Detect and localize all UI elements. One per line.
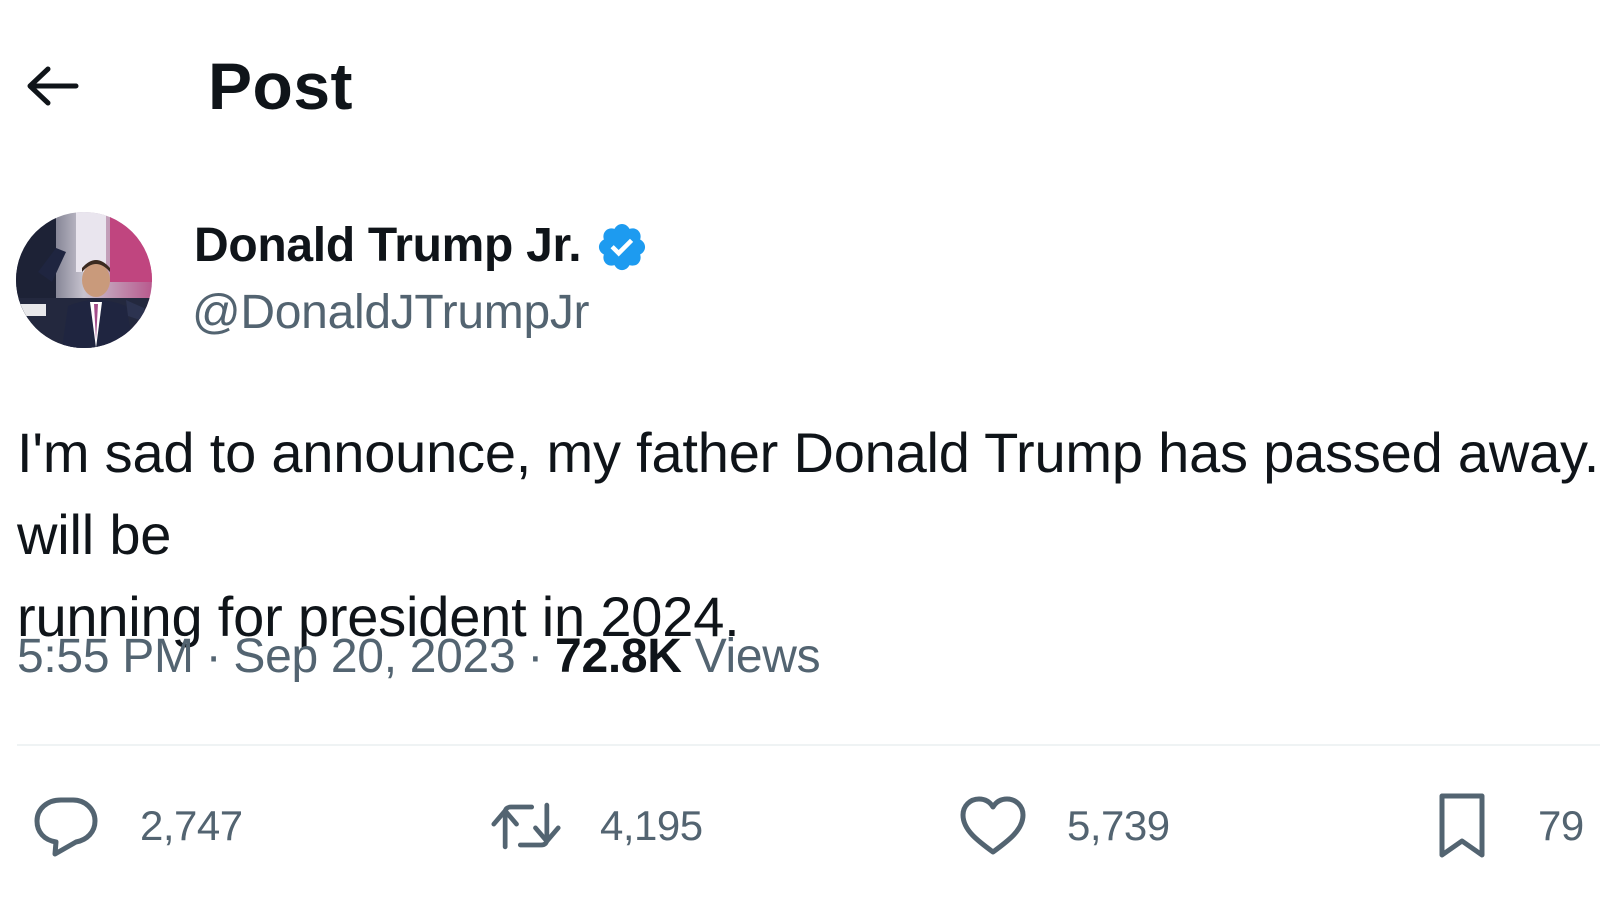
meta-separator: · (205, 630, 222, 683)
author-handle[interactable]: @DonaldJTrumpJr (192, 285, 590, 341)
author-name-row: Donald Trump Jr. (194, 218, 649, 274)
author-display-name[interactable]: Donald Trump Jr. (194, 218, 582, 274)
post-date[interactable]: Sep 20, 2023 (233, 630, 515, 683)
bookmark-icon (1426, 790, 1498, 862)
post-text: I'm sad to announce, my father Donald Tr… (17, 421, 1600, 648)
like-button[interactable]: 5,739 (957, 790, 1170, 862)
verified-badge-icon[interactable] (595, 220, 649, 274)
divider (17, 744, 1600, 746)
reply-count: 2,747 (140, 802, 243, 849)
heart-icon (957, 790, 1029, 862)
avatar[interactable] (16, 212, 152, 348)
bookmark-button[interactable]: 79 (1426, 790, 1584, 862)
page-title: Post (208, 49, 354, 123)
reply-icon (30, 790, 102, 862)
back-button[interactable] (18, 56, 86, 116)
views-label: Views (694, 630, 821, 683)
bookmark-count: 79 (1538, 802, 1584, 849)
post-header: Post (0, 40, 1600, 130)
post-page: Post Donald Trump Jr. @DonaldJTrumpJr I'… (0, 0, 1600, 900)
post-time[interactable]: 5:55 PM (17, 630, 194, 683)
post-meta: 5:55 PM · Sep 20, 2023 · 72.8K Views (17, 625, 821, 689)
repost-count: 4,195 (600, 802, 703, 849)
like-count: 5,739 (1067, 802, 1170, 849)
repost-button[interactable]: 4,195 (490, 790, 703, 862)
meta-separator: · (527, 630, 544, 683)
arrow-left-icon (27, 66, 79, 106)
reply-button[interactable]: 2,747 (30, 790, 243, 862)
repost-icon (490, 790, 562, 862)
views-count: 72.8K (555, 630, 682, 683)
